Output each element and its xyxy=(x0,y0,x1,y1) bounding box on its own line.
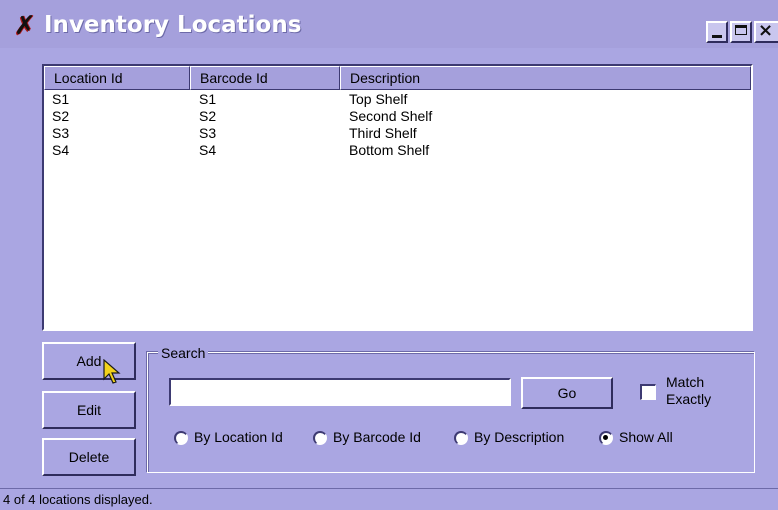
cell-description: Second Shelf xyxy=(349,108,433,124)
radio-label-by-barcode-id[interactable]: By Barcode Id xyxy=(333,429,421,446)
cell-location-id: S1 xyxy=(52,91,70,107)
cell-description: Bottom Shelf xyxy=(349,142,430,158)
cell-barcode-id: S1 xyxy=(199,91,217,107)
search-group-label: Search xyxy=(158,345,209,361)
table-row[interactable]: S4 S4 Bottom Shelf xyxy=(44,142,751,159)
locations-list[interactable]: Location Id Barcode Id Description S1 S1… xyxy=(42,64,753,331)
maximize-button[interactable] xyxy=(730,21,752,43)
cell-barcode-id: S3 xyxy=(199,125,217,141)
go-button[interactable]: Go xyxy=(521,377,613,409)
radio-label-by-location-id[interactable]: By Location Id xyxy=(194,429,283,446)
column-header-barcode-id[interactable]: Barcode Id xyxy=(190,66,340,90)
cell-description: Third Shelf xyxy=(349,125,417,141)
table-row[interactable]: S1 S1 Top Shelf xyxy=(44,91,751,108)
match-exactly-checkbox[interactable] xyxy=(640,384,656,400)
cell-location-id: S2 xyxy=(52,108,70,124)
window-title: Inventory Locations xyxy=(44,12,302,38)
column-header-description[interactable]: Description xyxy=(340,66,751,90)
radio-label-show-all[interactable]: Show All xyxy=(619,429,673,446)
cell-location-id: S3 xyxy=(52,125,70,141)
list-header: Location Id Barcode Id Description xyxy=(44,66,751,90)
list-rows: S1 S1 Top Shelf S2 S2 Second Shelf S3 S3… xyxy=(44,91,751,159)
search-input[interactable] xyxy=(169,378,511,406)
close-button[interactable]: × xyxy=(754,20,778,43)
table-row[interactable]: S2 S2 Second Shelf xyxy=(44,108,751,125)
radio-by-barcode-id[interactable] xyxy=(313,431,327,445)
delete-button[interactable]: Delete xyxy=(42,438,136,476)
mouse-pointer-icon xyxy=(103,359,121,384)
status-bar: 4 of 4 locations displayed. xyxy=(0,488,778,510)
edit-button[interactable]: Edit xyxy=(42,391,136,429)
search-group xyxy=(147,352,755,473)
radio-by-location-id[interactable] xyxy=(174,431,188,445)
match-exactly-label[interactable]: Match Exactly xyxy=(666,374,746,408)
table-row[interactable]: S3 S3 Third Shelf xyxy=(44,125,751,142)
status-text: 4 of 4 locations displayed. xyxy=(3,492,153,507)
title-bar[interactable]: ✗ Inventory Locations × xyxy=(0,0,778,48)
radio-show-all[interactable] xyxy=(599,431,613,445)
app-x-icon[interactable]: ✗ xyxy=(14,13,38,39)
minimize-button[interactable] xyxy=(706,21,728,43)
cell-description: Top Shelf xyxy=(349,91,408,107)
cell-barcode-id: S4 xyxy=(199,142,217,158)
radio-by-description[interactable] xyxy=(454,431,468,445)
inventory-locations-window: ✗ Inventory Locations × Location Id Barc… xyxy=(0,0,778,510)
radio-label-by-description[interactable]: By Description xyxy=(474,429,564,446)
cell-location-id: S4 xyxy=(52,142,70,158)
close-icon: × xyxy=(758,20,774,41)
column-header-location-id[interactable]: Location Id xyxy=(44,66,190,90)
cell-barcode-id: S2 xyxy=(199,108,217,124)
